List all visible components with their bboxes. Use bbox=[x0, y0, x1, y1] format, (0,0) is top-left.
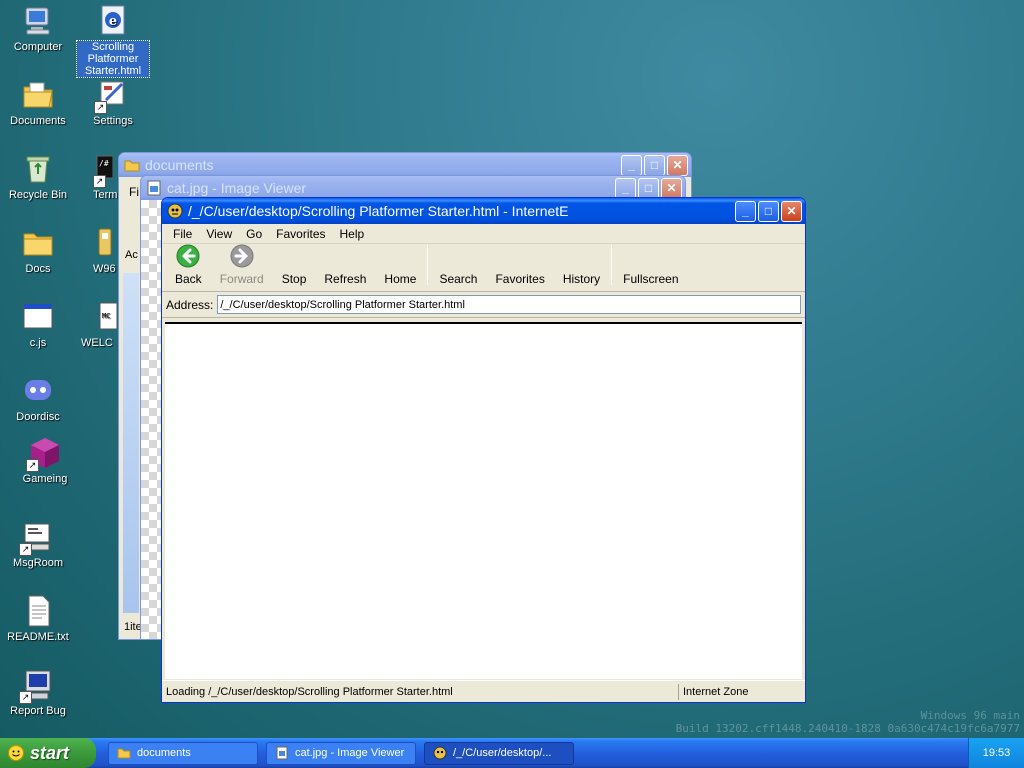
image-file-icon bbox=[146, 180, 162, 196]
security-zone: Internet Zone bbox=[683, 685, 749, 698]
cube-icon bbox=[26, 436, 62, 472]
desktop-icon-scrolling-platformer[interactable]: e Scrolling Platformer Starter.html bbox=[76, 4, 150, 78]
address-input[interactable] bbox=[217, 295, 801, 314]
maximize-button[interactable]: □ bbox=[758, 200, 779, 222]
desktop-icon-docs[interactable]: Docs bbox=[2, 226, 74, 275]
browser-app-icon bbox=[167, 203, 183, 219]
toolbar-separator bbox=[427, 245, 429, 285]
browser-statusbar: Loading /_/C/user/desktop/Scrolling Plat… bbox=[162, 680, 805, 702]
forward-button[interactable]: Forward bbox=[211, 244, 273, 286]
stop-button[interactable]: Stop bbox=[273, 244, 316, 286]
clock[interactable]: 19:53 bbox=[983, 747, 1011, 759]
close-button[interactable]: ✕ bbox=[661, 177, 682, 199]
desktop-icon-cjs[interactable]: c.js bbox=[2, 300, 74, 349]
welcome-icon: MC bbox=[99, 300, 118, 334]
desktop-icon-documents[interactable]: Documents bbox=[2, 78, 74, 127]
documents-row: Ac bbox=[125, 249, 138, 261]
settings-icon bbox=[94, 78, 130, 114]
home-button[interactable]: Home bbox=[375, 244, 425, 286]
fullscreen-button[interactable]: Fullscreen bbox=[614, 244, 687, 286]
refresh-button[interactable]: Refresh bbox=[315, 244, 375, 286]
desktop-icon-term[interactable]: /# Term bbox=[77, 152, 117, 201]
msgroom-icon bbox=[19, 520, 55, 556]
desktop-icon-doordisc[interactable]: Doordisc bbox=[2, 374, 74, 423]
toolbar-separator bbox=[611, 245, 613, 285]
close-button[interactable]: ✕ bbox=[667, 154, 688, 176]
maximize-button[interactable]: □ bbox=[644, 154, 665, 176]
close-button[interactable]: ✕ bbox=[781, 200, 802, 222]
minimize-button[interactable]: _ bbox=[735, 200, 756, 222]
menu-favorites[interactable]: Favorites bbox=[269, 227, 332, 241]
taskbar-item-image-viewer[interactable]: cat.jpg - Image Viewer bbox=[266, 741, 416, 765]
minimize-button[interactable]: _ bbox=[621, 154, 642, 176]
menu-go[interactable]: Go bbox=[239, 227, 269, 241]
browser-window[interactable]: /_/C/user/desktop/Scrolling Platformer S… bbox=[161, 197, 806, 703]
desktop-icon-w96[interactable]: W96 bbox=[77, 226, 117, 275]
image-file-icon bbox=[275, 746, 289, 760]
svg-text:MC: MC bbox=[102, 312, 110, 320]
status-text: Loading /_/C/user/desktop/Scrolling Plat… bbox=[162, 683, 679, 700]
documents-sidebar bbox=[123, 273, 139, 613]
build-watermark: Windows 96 main Build 13202.cff1448.2404… bbox=[675, 709, 1020, 735]
browser-app-icon bbox=[433, 746, 447, 760]
desktop-icon-computer[interactable]: Computer bbox=[2, 4, 74, 53]
back-arrow-icon bbox=[176, 244, 200, 268]
minimize-button[interactable]: _ bbox=[615, 177, 636, 199]
taskbar-item-documents[interactable]: documents bbox=[108, 741, 258, 765]
folder-icon bbox=[21, 226, 55, 260]
folder-icon bbox=[117, 746, 131, 760]
browser-titlebar[interactable]: /_/C/user/desktop/Scrolling Platformer S… bbox=[162, 198, 805, 224]
taskbar: start documents cat.jpg - Image Viewer /… bbox=[0, 738, 1024, 768]
menu-help[interactable]: Help bbox=[333, 227, 372, 241]
address-bar: Address: bbox=[162, 292, 805, 318]
smiley-logo-icon bbox=[8, 745, 24, 761]
menu-file[interactable]: File bbox=[166, 227, 199, 241]
report-bug-icon bbox=[19, 668, 55, 704]
svg-text:/#: /# bbox=[99, 159, 109, 168]
maximize-button[interactable]: □ bbox=[638, 177, 659, 199]
discord-icon bbox=[21, 374, 55, 408]
svg-text:e: e bbox=[109, 14, 117, 29]
system-tray: 19:53 bbox=[968, 738, 1024, 768]
desktop-icon-gameing[interactable]: Gameing bbox=[9, 436, 81, 485]
start-button[interactable]: start bbox=[0, 738, 96, 768]
computer-icon bbox=[21, 4, 55, 38]
page-viewport[interactable] bbox=[165, 322, 802, 679]
documents-folder-icon bbox=[21, 78, 55, 112]
browser-menubar: File View Go Favorites Help bbox=[162, 224, 805, 244]
desktop-icon-report-bug[interactable]: Report Bug bbox=[2, 668, 74, 717]
desktop-icon-readme[interactable]: README.txt bbox=[2, 594, 74, 643]
forward-arrow-icon bbox=[230, 244, 254, 268]
search-button[interactable]: Search bbox=[430, 244, 486, 286]
recycle-bin-icon bbox=[21, 152, 55, 186]
w96-icon bbox=[95, 226, 113, 260]
script-window-icon bbox=[21, 300, 55, 334]
history-button[interactable]: History bbox=[554, 244, 609, 286]
desktop-icon-welc[interactable]: MC WELC bbox=[77, 300, 118, 349]
text-file-icon bbox=[21, 594, 55, 628]
ie-document-icon: e bbox=[96, 4, 130, 38]
documents-titlebar[interactable]: documents _ □ ✕ bbox=[119, 153, 691, 177]
desktop-icon-settings[interactable]: Settings bbox=[77, 78, 149, 127]
desktop-icon-msgroom[interactable]: MsgRoom bbox=[2, 520, 74, 569]
favorites-button[interactable]: Favorites bbox=[486, 244, 553, 286]
menu-view[interactable]: View bbox=[199, 227, 239, 241]
desktop-icon-recycle-bin[interactable]: Recycle Bin bbox=[2, 152, 74, 201]
back-button[interactable]: Back bbox=[166, 244, 211, 286]
folder-icon bbox=[124, 157, 140, 173]
browser-toolbar: Back Forward Stop Refresh Home Search Fa… bbox=[162, 244, 805, 292]
address-label: Address: bbox=[166, 297, 214, 312]
taskbar-item-browser[interactable]: /_/C/user/desktop/... bbox=[424, 741, 574, 765]
terminal-icon: /# bbox=[93, 152, 114, 188]
